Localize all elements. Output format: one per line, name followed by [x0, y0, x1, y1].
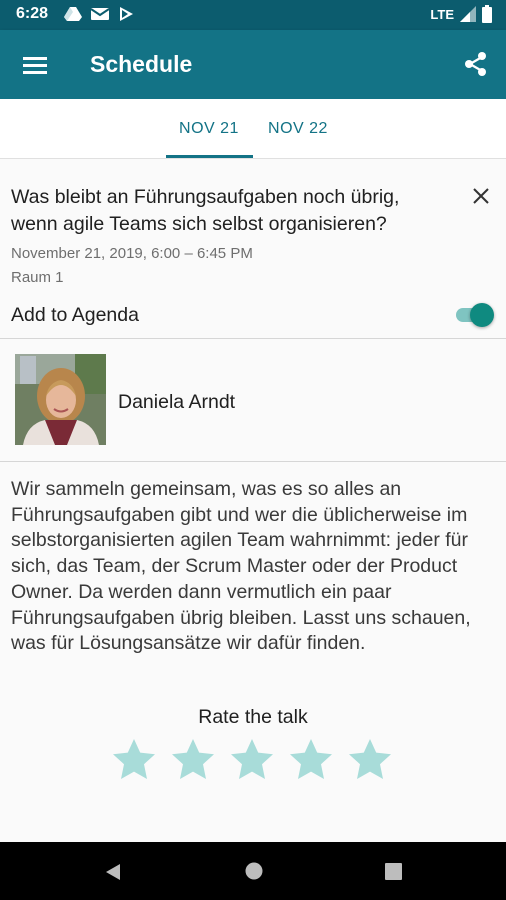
date-tabs: NOV 21 NOV 22 [0, 99, 506, 159]
play-store-icon [120, 7, 133, 21]
star-icon[interactable] [346, 736, 394, 784]
drive-icon [64, 7, 82, 21]
tab-nov-22[interactable]: NOV 22 [256, 99, 340, 158]
tab-indicator [166, 155, 253, 158]
mail-icon [90, 8, 110, 20]
divider [0, 338, 506, 339]
page-title: Schedule [90, 51, 193, 77]
status-time: 6:28 [16, 5, 49, 22]
session-datetime: November 21, 2019, 6:00 – 6:45 PM [11, 245, 253, 262]
app-bar: Schedule [0, 30, 506, 99]
star-icon[interactable] [169, 736, 217, 784]
session-title: Was bleibt an Führungsaufgaben noch übri… [11, 186, 400, 235]
share-icon[interactable] [462, 50, 490, 78]
home-icon[interactable] [245, 862, 263, 880]
speaker-avatar[interactable] [15, 354, 106, 445]
battery-icon [482, 5, 492, 23]
close-icon[interactable] [472, 187, 490, 205]
session-room: Raum 1 [11, 269, 64, 286]
add-to-agenda-toggle[interactable] [456, 303, 494, 327]
add-to-agenda-label: Add to Agenda [11, 304, 139, 326]
recents-icon[interactable] [385, 863, 402, 880]
star-icon[interactable] [110, 736, 158, 784]
star-rating[interactable] [110, 736, 394, 784]
notification-icons [64, 6, 134, 22]
session-description: Wir sammeln gemeinsam, was es so alles a… [11, 478, 471, 655]
network-type: LTE [430, 6, 454, 22]
system-nav-bar [0, 842, 506, 900]
divider [0, 461, 506, 462]
star-icon[interactable] [287, 736, 335, 784]
toggle-thumb [470, 303, 494, 327]
menu-icon[interactable] [22, 52, 48, 78]
tab-nov-21[interactable]: NOV 21 [166, 99, 252, 158]
rate-label: Rate the talk [198, 706, 308, 728]
signal-icon [460, 6, 476, 22]
status-right: LTE [430, 5, 492, 23]
star-icon[interactable] [228, 736, 276, 784]
speaker-name[interactable]: Daniela Arndt [118, 391, 235, 414]
back-icon[interactable] [103, 862, 123, 882]
status-bar: 6:28 LTE [0, 0, 506, 30]
